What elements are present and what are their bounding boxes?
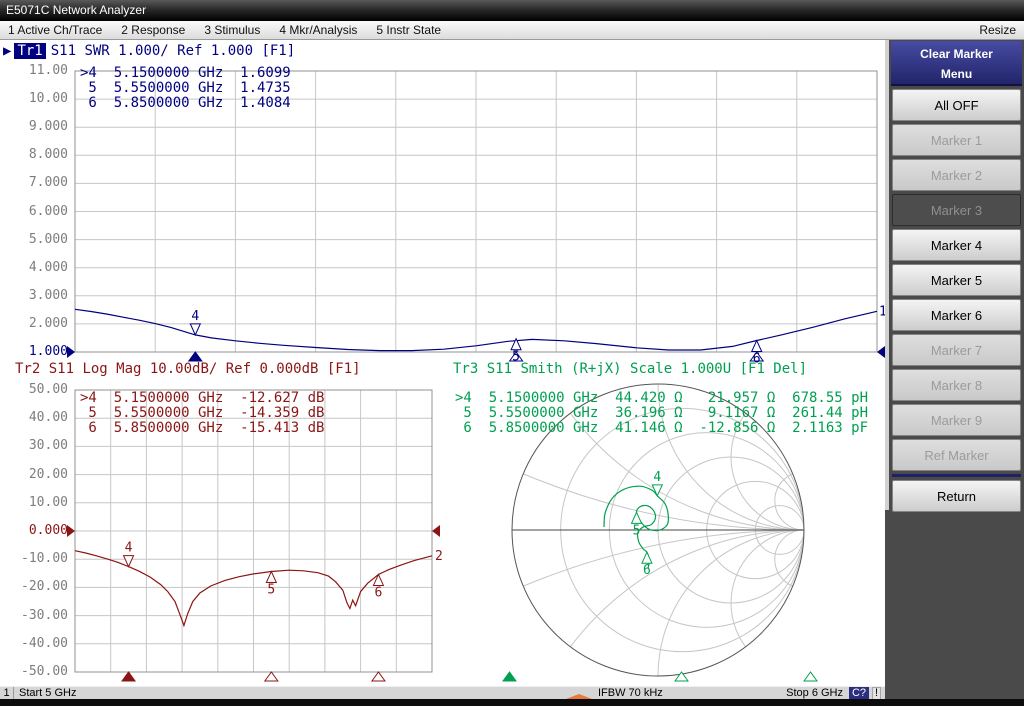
marker-readout-row: 6 5.8500000 GHz 1.4084 (80, 96, 291, 111)
reference-arrow-right (877, 346, 885, 358)
y-axis-label: -30.00 (6, 608, 68, 623)
sidebar-button-marker-8: Marker 8 (892, 369, 1021, 401)
trace-marker[interactable] (190, 324, 200, 335)
softkey-divider (892, 474, 1021, 477)
trace-marker-number: 5 (633, 523, 641, 538)
status-bar: 1 Start 5 GHz IFBW 70 kHz Stop 6 GHz C? … (0, 686, 885, 700)
cursor-pointer (566, 694, 592, 699)
y-axis-label: 11.00 (6, 63, 68, 78)
trace-marker[interactable] (632, 512, 642, 523)
y-axis-label: 0.000 (6, 523, 68, 538)
y-axis-label: 30.00 (6, 438, 68, 453)
y-axis-label: 8.000 (6, 147, 68, 162)
reference-arrow-right (432, 525, 440, 537)
sidebar-button-marker-6[interactable]: Marker 6 (892, 299, 1021, 331)
marker-readout-row: >4 5.1500000 GHz 1.6099 (80, 66, 291, 81)
y-axis-label: 10.00 (6, 495, 68, 510)
softkey-menu-edge (885, 40, 889, 510)
sidebar-button-marker-9: Marker 9 (892, 404, 1021, 436)
softkey-menu-title-line1: Clear Marker (891, 44, 1022, 64)
stimulus-marker[interactable] (122, 672, 135, 681)
stimulus-marker[interactable] (265, 672, 278, 681)
y-axis-label: 5.000 (6, 232, 68, 247)
sidebar-button-marker-4[interactable]: Marker 4 (892, 229, 1021, 261)
y-axis-label: -10.00 (6, 551, 68, 566)
trace3-name: Tr3 (453, 361, 478, 377)
y-axis-label: 4.000 (6, 260, 68, 275)
softkey-menu-title: Clear Marker Menu (891, 41, 1022, 86)
trace1-title: S11 SWR 1.000/ Ref 1.000 [F1] (51, 43, 295, 59)
trace-marker-number: 6 (643, 563, 651, 578)
y-axis-label: 7.000 (6, 175, 68, 190)
y-axis-label: 10.00 (6, 91, 68, 106)
menu-item-resize[interactable]: Resize (979, 23, 1016, 37)
sidebar-button-marker-2: Marker 2 (892, 159, 1021, 191)
trace-marker-number: 4 (125, 541, 133, 556)
marker-readout-row: >4 5.1500000 GHz -12.627 dB (80, 391, 324, 406)
stimulus-marker[interactable] (804, 672, 817, 681)
y-axis-label: -50.00 (6, 664, 68, 679)
y-axis-label: 40.00 (6, 410, 68, 425)
trace-marker-number: 5 (267, 582, 275, 597)
marker-readout-row: 5 5.5500000 GHz 36.196 Ω 9.1167 Ω 261.44… (455, 406, 868, 421)
reference-arrow-left (67, 346, 75, 358)
trace2-name: Tr2 (15, 361, 40, 377)
marker-readout-row: 6 5.8500000 GHz 41.146 Ω -12.856 Ω 2.116… (455, 421, 868, 436)
y-axis-label: -40.00 (6, 636, 68, 651)
y-axis-label: -20.00 (6, 579, 68, 594)
trace-marker-number: 4 (191, 309, 199, 324)
trace3-header[interactable]: Tr3 S11 Smith (R+jX) Scale 1.000U [F1 De… (453, 361, 807, 377)
trace-marker[interactable] (652, 485, 662, 496)
trace-marker[interactable] (373, 574, 383, 585)
reference-arrow-left (67, 525, 75, 537)
sidebar-button-return[interactable]: Return (892, 480, 1021, 512)
trace1-badge: Tr1 (14, 43, 45, 59)
sidebar-button-all-off[interactable]: All OFF (892, 89, 1021, 121)
sidebar-button-marker-7: Marker 7 (892, 334, 1021, 366)
trace-marker-number: 6 (375, 585, 383, 600)
marker-readout-row: 5 5.5500000 GHz -14.359 dB (80, 406, 324, 421)
sidebar-button-marker-3[interactable]: Marker 3 (892, 194, 1021, 226)
y-axis-label: 20.00 (6, 467, 68, 482)
y-axis-label: 1.000 (6, 344, 68, 359)
marker-readout-row: 6 5.8500000 GHz -15.413 dB (80, 421, 324, 436)
sidebar-button-ref-marker: Ref Marker (892, 439, 1021, 471)
trace-marker[interactable] (266, 571, 276, 582)
trace-marker[interactable] (642, 552, 652, 563)
softkey-menu: Clear Marker Menu All OFFMarker 1Marker … (885, 40, 1024, 706)
trace2-title: S11 Log Mag 10.00dB/ Ref 0.000dB [F1] (49, 361, 361, 377)
y-axis-label: 2.000 (6, 316, 68, 331)
y-axis-label: 6.000 (6, 204, 68, 219)
sidebar-button-marker-5[interactable]: Marker 5 (892, 264, 1021, 296)
y-axis-label: 50.00 (6, 382, 68, 397)
trace-marker[interactable] (752, 341, 762, 352)
trace2-header[interactable]: Tr2 S11 Log Mag 10.00dB/ Ref 0.000dB [F1… (15, 361, 361, 377)
marker-readout-row: 5 5.5500000 GHz 1.4735 (80, 81, 291, 96)
active-trace-arrow-icon: ▶ (3, 43, 11, 59)
sidebar-button-marker-1: Marker 1 (892, 124, 1021, 156)
y-axis-label: 9.000 (6, 119, 68, 134)
stimulus-marker[interactable] (189, 352, 202, 361)
trace2-end-label: 2 (435, 549, 443, 564)
stimulus-marker[interactable] (372, 672, 385, 681)
trace1-header[interactable]: ▶Tr1 S11 SWR 1.000/ Ref 1.000 [F1] (3, 43, 295, 59)
marker-readout-row: >4 5.1500000 GHz 44.420 Ω 21.957 Ω 678.5… (455, 391, 868, 406)
bottom-strip (0, 699, 1024, 706)
softkey-menu-title-line2: Menu (891, 64, 1022, 84)
trace3-title: S11 Smith (R+jX) Scale 1.000U [F1 Del] (487, 361, 807, 377)
y-axis-label: 3.000 (6, 288, 68, 303)
trace-marker-number: 4 (653, 470, 661, 485)
stimulus-marker[interactable] (503, 672, 516, 681)
